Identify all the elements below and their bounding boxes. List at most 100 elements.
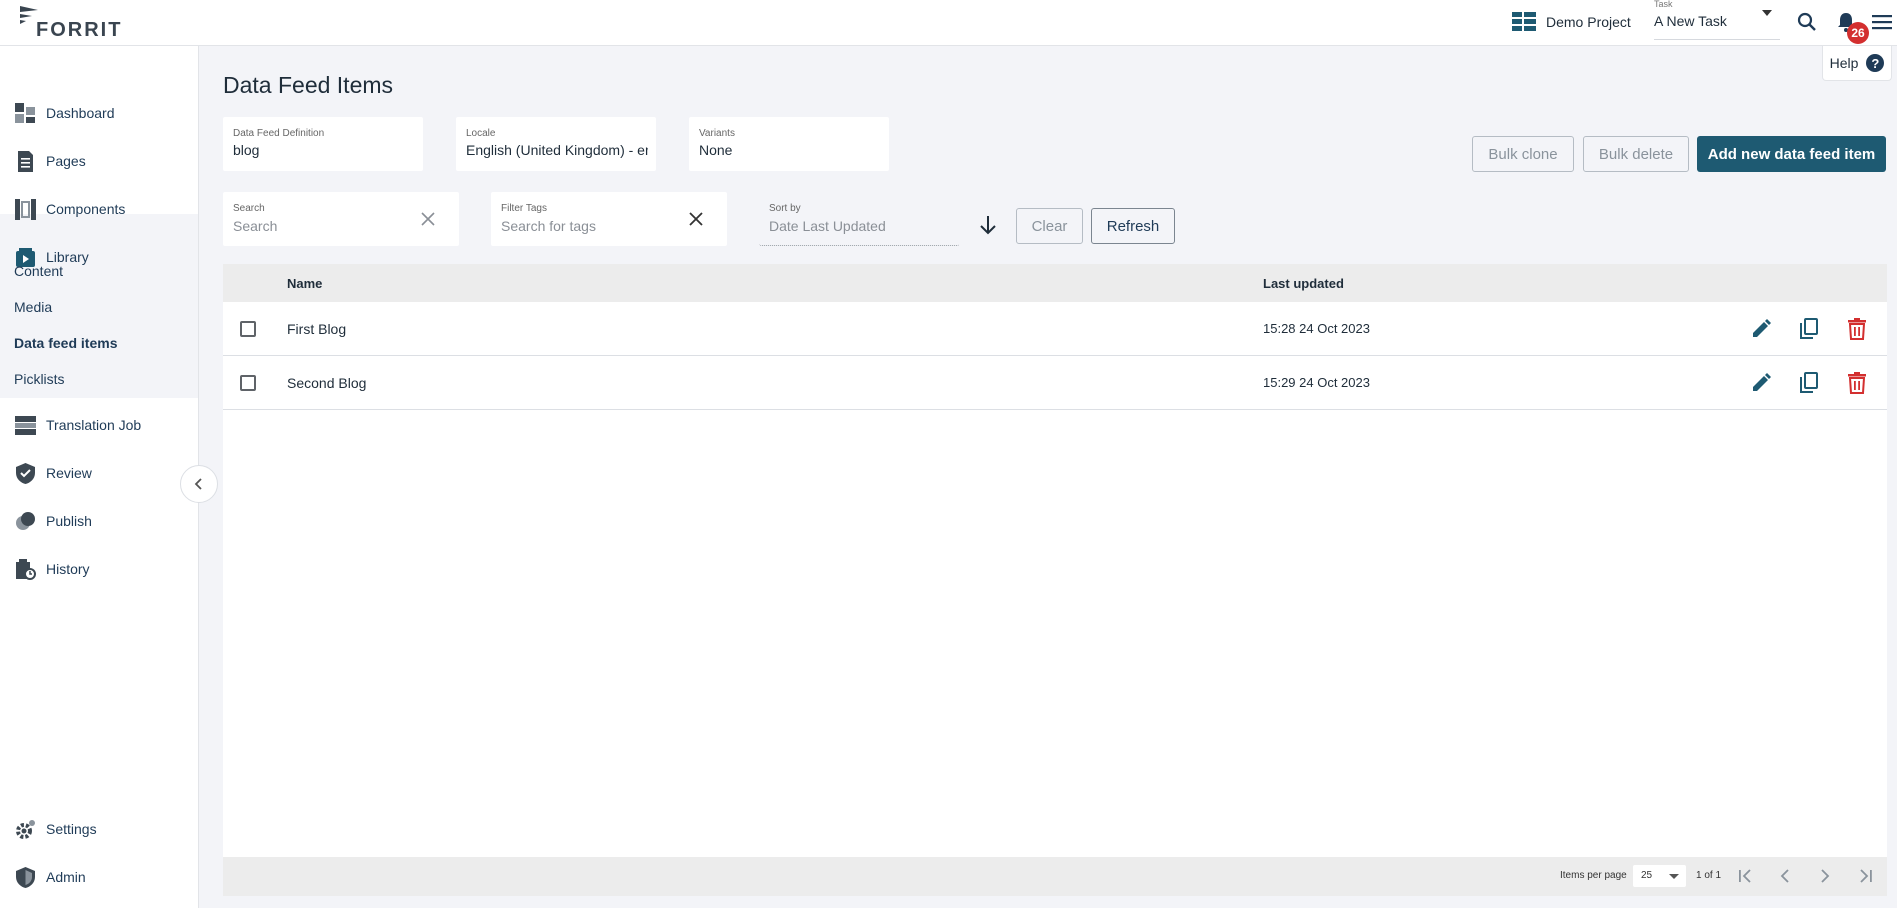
translation-job-icon	[15, 416, 36, 435]
field-label: Variants	[699, 128, 735, 139]
sidebar-item-label: Admin	[46, 869, 86, 885]
sidebar-item-pages[interactable]: Pages	[0, 137, 198, 185]
sort-direction-arrow-down-icon[interactable]	[976, 213, 1000, 237]
sidebar-item-publish[interactable]: Publish	[0, 497, 198, 545]
library-sub-data-feed-items[interactable]: Data feed items	[14, 335, 117, 351]
sidebar-item-label: Dashboard	[46, 105, 115, 121]
field-label: Search	[233, 203, 265, 214]
row-checkbox[interactable]	[240, 321, 256, 337]
locale-select[interactable]: Locale English (United Kingdom) - en-GB	[456, 117, 656, 171]
components-icon	[15, 199, 36, 220]
help-button[interactable]: Help ?	[1822, 46, 1892, 81]
filter-tags-input[interactable]: Filter Tags Search for tags	[491, 192, 727, 246]
sidebar-item-label: Publish	[46, 513, 92, 529]
copy-icon[interactable]	[1797, 371, 1821, 395]
sidebar-item-review[interactable]: Review	[0, 449, 198, 497]
table-row[interactable]: Second Blog 15:29 24 Oct 2023	[223, 356, 1887, 410]
hamburger-menu-icon[interactable]	[1871, 10, 1895, 34]
field-label: Data Feed Definition	[233, 128, 325, 139]
publish-icon	[16, 512, 35, 530]
add-new-data-feed-item-button[interactable]: Add new data feed item	[1697, 136, 1886, 172]
sidebar-item-dashboard[interactable]: Dashboard	[0, 89, 198, 137]
sidebar-item-label: Components	[46, 201, 126, 217]
delete-trash-icon[interactable]	[1845, 371, 1869, 395]
notification-badge: 26	[1847, 22, 1869, 44]
table-row[interactable]: First Blog 15:28 24 Oct 2023	[223, 302, 1887, 356]
first-page-icon[interactable]	[1734, 865, 1756, 887]
row-last-updated: 15:29 24 Oct 2023	[1263, 375, 1370, 390]
logo-text: FORRIT	[36, 19, 123, 41]
data-feed-items-table: Name Last updated First Blog 15:28 24 Oc…	[223, 264, 1887, 896]
field-value: English (United Kingdom) - en-GB	[466, 142, 648, 158]
sort-placeholder: Date Last Updated	[769, 218, 886, 234]
sidebar-item-label: History	[46, 561, 90, 577]
field-label: Locale	[466, 128, 496, 139]
dashboard-icon	[15, 103, 35, 123]
help-label: Help	[1829, 55, 1859, 71]
data-feed-definition-select[interactable]: Data Feed Definition blog	[223, 117, 423, 171]
page-title: Data Feed Items	[223, 72, 394, 98]
sidebar: Dashboard Pages Components Library Conte…	[0, 46, 199, 908]
help-question-icon: ?	[1866, 54, 1885, 72]
collapse-sidebar-button[interactable]	[180, 465, 218, 503]
search-icon[interactable]	[1795, 10, 1819, 34]
search-input[interactable]: Search Search	[223, 192, 459, 246]
row-checkbox[interactable]	[240, 375, 256, 391]
last-page-icon[interactable]	[1855, 865, 1877, 887]
project-selector[interactable]: Demo Project	[1512, 11, 1631, 33]
chevron-down-icon	[1669, 874, 1679, 879]
bulk-clone-button[interactable]: Bulk clone	[1472, 136, 1574, 172]
sidebar-item-translation-job[interactable]: Translation Job	[0, 401, 198, 449]
copy-icon[interactable]	[1797, 317, 1821, 341]
sidebar-item-label: Translation Job	[46, 417, 142, 433]
task-value: A New Task	[1654, 13, 1727, 29]
clear-tags-icon[interactable]	[687, 210, 705, 228]
library-sub-picklists[interactable]: Picklists	[14, 371, 65, 387]
chevron-left-icon	[194, 478, 202, 490]
sort-by-select[interactable]: Sort by Date Last Updated	[759, 192, 959, 246]
review-shield-icon	[16, 463, 35, 484]
library-sub-content[interactable]: Content	[14, 263, 63, 279]
history-icon	[16, 559, 36, 580]
row-name[interactable]: Second Blog	[287, 375, 366, 391]
items-per-page-label: Items per page	[1560, 870, 1627, 881]
pages-icon	[18, 151, 33, 172]
admin-shield-icon	[16, 867, 35, 888]
row-last-updated: 15:28 24 Oct 2023	[1263, 321, 1370, 336]
sidebar-item-settings[interactable]: Settings	[0, 805, 198, 853]
project-name: Demo Project	[1546, 14, 1631, 30]
field-value: None	[699, 142, 733, 158]
forrit-logo[interactable]: FORRIT	[18, 4, 123, 41]
bulk-delete-button[interactable]: Bulk delete	[1583, 136, 1689, 172]
refresh-button[interactable]: Refresh	[1091, 208, 1175, 244]
delete-trash-icon[interactable]	[1845, 317, 1869, 341]
field-label: Filter Tags	[501, 203, 547, 214]
edit-pencil-icon[interactable]	[1749, 371, 1773, 395]
chevron-down-icon	[1762, 10, 1772, 16]
clear-button[interactable]: Clear	[1016, 208, 1083, 244]
task-label: Task	[1654, 0, 1673, 9]
previous-page-icon[interactable]	[1774, 865, 1796, 887]
task-select[interactable]: Task A New Task	[1654, 0, 1780, 40]
library-sub-media[interactable]: Media	[14, 299, 52, 315]
column-header-name[interactable]: Name	[287, 276, 322, 291]
sidebar-item-admin[interactable]: Admin	[0, 853, 198, 901]
sidebar-item-label: Settings	[46, 821, 97, 837]
variants-select[interactable]: Variants None	[689, 117, 889, 171]
items-per-page-select[interactable]: 25	[1633, 865, 1686, 887]
field-label: Sort by	[769, 203, 801, 214]
tags-placeholder: Search for tags	[501, 218, 596, 234]
table-header: Name Last updated	[223, 264, 1887, 302]
sidebar-item-history[interactable]: History	[0, 545, 198, 593]
next-page-icon[interactable]	[1814, 865, 1836, 887]
clear-search-icon[interactable]	[419, 210, 437, 228]
column-header-last-updated[interactable]: Last updated	[1263, 276, 1344, 291]
pagination-bar: Items per page 25 1 of 1	[223, 857, 1887, 896]
top-bar: FORRIT Demo Project Task A New Task 26	[0, 0, 1897, 46]
page-range: 1 of 1	[1696, 870, 1722, 881]
edit-pencil-icon[interactable]	[1749, 317, 1773, 341]
row-name[interactable]: First Blog	[287, 321, 346, 337]
sidebar-item-components[interactable]: Components	[0, 185, 198, 233]
project-grid-icon	[1512, 12, 1536, 31]
settings-gear-icon	[16, 820, 35, 839]
